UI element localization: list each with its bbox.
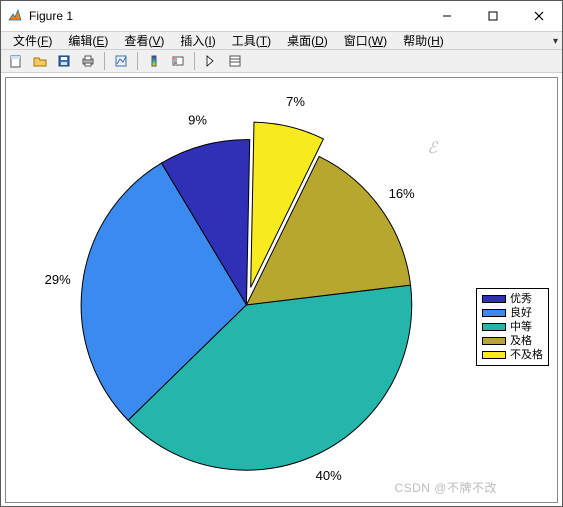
menu-f[interactable]: 文件(F) xyxy=(5,32,60,49)
matlab-logo-icon xyxy=(7,8,23,24)
legend-item[interactable]: 优秀 xyxy=(482,292,543,306)
menu-h[interactable]: 帮助(H) xyxy=(395,32,452,49)
menu-i[interactable]: 插入(I) xyxy=(172,32,223,49)
minimize-button[interactable] xyxy=(424,1,470,31)
axes-area[interactable]: 9% 29% 40% 16% 7% ℰ 优秀良好中等及格不及格 CSDN @不牌不改 xyxy=(5,77,558,503)
new-figure-button[interactable] xyxy=(5,50,27,72)
legend-item[interactable]: 及格 xyxy=(482,334,543,348)
legend-item[interactable]: 良好 xyxy=(482,306,543,320)
insert-legend-button[interactable] xyxy=(167,50,189,72)
toolbar-separator xyxy=(194,52,195,70)
legend-label: 优秀 xyxy=(510,292,532,306)
pie-chart: 9% 29% 40% 16% 7% xyxy=(6,78,557,502)
maximize-button[interactable] xyxy=(470,1,516,31)
pie-datalabel: 16% xyxy=(389,186,415,201)
menu-v[interactable]: 查看(V) xyxy=(116,32,172,49)
toolbar-separator xyxy=(137,52,138,70)
legend-label: 不及格 xyxy=(510,348,543,362)
open-button[interactable] xyxy=(29,50,51,72)
toolbar xyxy=(1,50,562,73)
legend[interactable]: 优秀良好中等及格不及格 xyxy=(476,288,549,366)
legend-swatch-icon xyxy=(482,309,506,317)
menu-e[interactable]: 编辑(E) xyxy=(60,32,116,49)
titlebar: Figure 1 xyxy=(1,1,562,31)
insert-colorbar-button[interactable] xyxy=(143,50,165,72)
legend-swatch-icon xyxy=(482,295,506,303)
decorative-mark-icon: ℰ xyxy=(427,138,437,158)
legend-swatch-icon xyxy=(482,323,506,331)
menubar: 文件(F)编辑(E)查看(V)插入(I)工具(T)桌面(D)窗口(W)帮助(H)… xyxy=(1,31,562,50)
toolbar-separator xyxy=(104,52,105,70)
close-button[interactable] xyxy=(516,1,562,31)
property-inspector-button[interactable] xyxy=(224,50,246,72)
print-button[interactable] xyxy=(77,50,99,72)
link-plot-button[interactable] xyxy=(110,50,132,72)
menubar-corner-icon: ▾ xyxy=(553,36,558,47)
save-button[interactable] xyxy=(53,50,75,72)
legend-item[interactable]: 不及格 xyxy=(482,348,543,362)
menu-d[interactable]: 桌面(D) xyxy=(279,32,336,49)
pie-datalabel: 7% xyxy=(286,94,305,109)
menu-t[interactable]: 工具(T) xyxy=(224,32,279,49)
legend-label: 良好 xyxy=(510,306,532,320)
figure-window: Figure 1 文件(F)编辑(E)查看(V)插入(I)工具(T)桌面(D)窗… xyxy=(0,0,563,507)
legend-item[interactable]: 中等 xyxy=(482,320,543,334)
legend-swatch-icon xyxy=(482,351,506,359)
legend-swatch-icon xyxy=(482,337,506,345)
watermark-text: CSDN @不牌不改 xyxy=(394,479,497,496)
pie-datalabel: 29% xyxy=(45,272,71,287)
menu-w[interactable]: 窗口(W) xyxy=(336,32,395,49)
legend-label: 中等 xyxy=(510,320,532,334)
edit-plot-button[interactable] xyxy=(200,50,222,72)
window-title: Figure 1 xyxy=(29,9,424,23)
pie-datalabel: 40% xyxy=(316,468,342,483)
pie-datalabel: 9% xyxy=(188,112,207,127)
legend-label: 及格 xyxy=(510,334,532,348)
